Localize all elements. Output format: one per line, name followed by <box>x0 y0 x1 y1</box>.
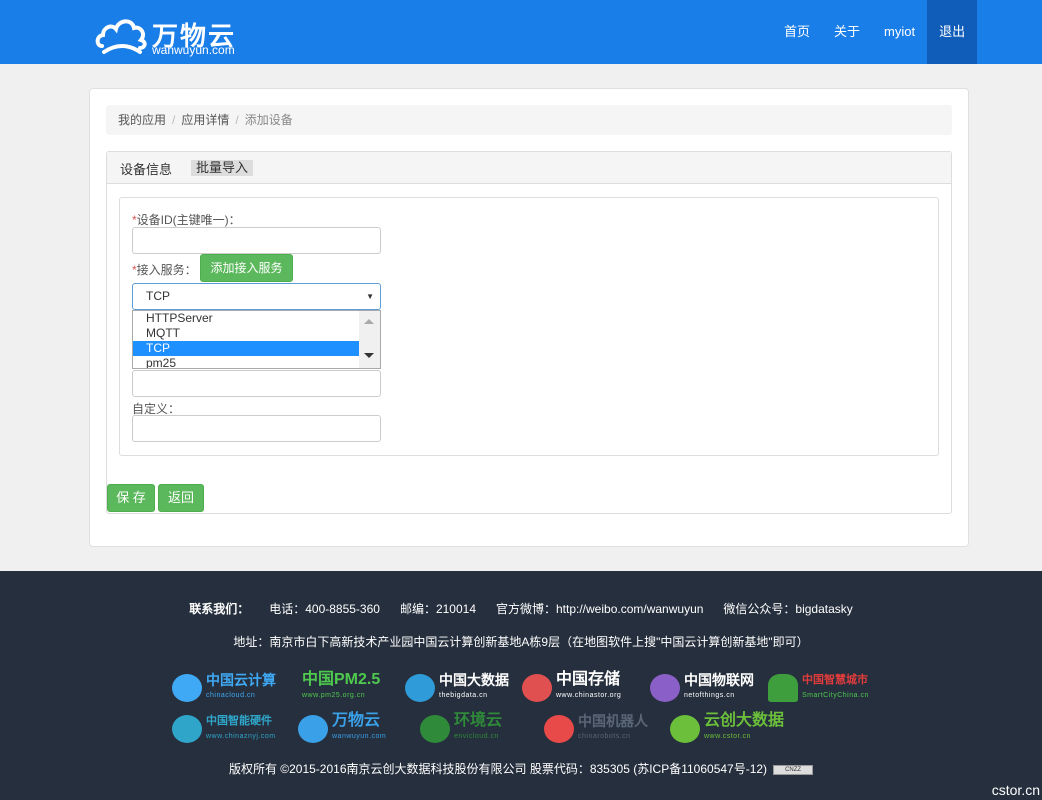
contact-wechat: 微信公众号：bigdatasky <box>723 602 853 616</box>
device-id-input[interactable] <box>132 227 381 254</box>
nav-about[interactable]: 关于 <box>822 0 872 64</box>
site-logo[interactable]: 万物云 wanwuyun.com <box>94 10 254 58</box>
nav-home[interactable]: 首页 <box>772 0 822 64</box>
partner-pm25[interactable]: 中国PM2.5 www.pm25.org.cn <box>302 671 380 705</box>
contact-phone: 电话：400-8855-360 <box>269 602 380 616</box>
breadcrumb: 我的应用 / 应用详情 / 添加设备 <box>106 105 952 135</box>
cstor-logo-icon <box>670 715 700 743</box>
partner-netofthings[interactable]: 中国物联网 netofthings.cn <box>650 671 754 705</box>
envicloud-logo-icon <box>420 715 450 743</box>
nav-user[interactable]: myiot <box>872 0 927 64</box>
back-button[interactable]: 返回 <box>158 484 204 512</box>
service-dropdown-list: HTTPServer MQTT TCP pm25 <box>132 310 381 369</box>
cnzz-badge-icon[interactable]: CNZZ <box>773 764 814 775</box>
breadcrumb-my-apps[interactable]: 我的应用 <box>118 113 166 127</box>
tab-header: 设备信息 批量导入 <box>107 152 951 184</box>
footer-contact: 联系我们： 电话：400-8855-360 邮编：210014 官方微博：http:/… <box>0 600 1042 617</box>
scroll-up-icon[interactable] <box>364 319 374 324</box>
service-select-value: TCP <box>146 289 170 303</box>
contact-postcode: 邮编：210014 <box>399 602 476 616</box>
main-panel: 我的应用 / 应用详情 / 添加设备 设备信息 批量导入 *设备ID(主键唯一)： *接… <box>89 88 969 547</box>
partner-chinarobots[interactable]: 中国机器人 chinarobots.cn <box>544 712 648 746</box>
partner-chinaznyj[interactable]: 中国智能硬件 www.chinaznyj.com <box>172 712 276 746</box>
scroll-down-icon[interactable] <box>364 353 374 358</box>
service-option-pm25[interactable]: pm25 <box>133 356 359 368</box>
hidden-field-input[interactable] <box>132 370 381 397</box>
custom-input[interactable] <box>132 415 381 442</box>
partner-chinastor[interactable]: 中国存储 www.chinastor.org <box>522 671 621 705</box>
chinastor-logo-icon <box>522 674 552 702</box>
breadcrumb-app-detail[interactable]: 应用详情 <box>181 113 229 127</box>
netofthings-logo-icon <box>650 674 680 702</box>
footer: 联系我们： 电话：400-8855-360 邮编：210014 官方微博：http:/… <box>0 571 1042 800</box>
partner-smartcity[interactable]: 中国智慧城市 SmartCityChina.cn <box>768 671 869 705</box>
device-form: *设备ID(主键唯一)： *接入服务： 添加接入服务 TCP ▼ HTTPSer… <box>119 197 939 456</box>
partner-envicloud[interactable]: 环境云 envicloud.cn <box>420 712 502 746</box>
tab-batch-import[interactable]: 批量导入 <box>191 160 254 176</box>
add-service-button[interactable]: 添加接入服务 <box>200 254 293 282</box>
select-caret-icon: ▼ <box>366 292 374 301</box>
service-option-tcp[interactable]: TCP <box>133 341 359 356</box>
partner-chinacloud[interactable]: 中国云计算 chinacloud.cn <box>172 671 276 705</box>
watermark: cstor.cn <box>991 782 1040 798</box>
wanwuyun-logo-icon <box>298 715 328 743</box>
footer-copyright: 版权所有 ©2015-2016南京云创大数据科技股份有限公司 股票代码：8353… <box>0 760 1042 777</box>
partner-wanwuyun[interactable]: 万物云 wanwuyun.com <box>298 712 386 746</box>
dropdown-scrollbar[interactable] <box>359 311 380 368</box>
breadcrumb-separator: / <box>235 113 239 127</box>
top-navbar: 万物云 wanwuyun.com 首页 关于 myiot 退出 <box>0 0 1042 64</box>
chinacloud-logo-icon <box>172 674 202 702</box>
device-id-label: *设备ID(主键唯一)： <box>132 213 241 227</box>
main-nav: 首页 关于 myiot 退出 <box>772 0 978 64</box>
nav-logout[interactable]: 退出 <box>927 0 978 64</box>
partner-bigdata[interactable]: 中国大数据 thebigdata.cn <box>405 671 509 705</box>
service-option-mqtt[interactable]: MQTT <box>133 326 359 341</box>
logo-subtext: wanwuyun.com <box>152 43 235 57</box>
breadcrumb-separator: / <box>172 113 176 127</box>
service-option-httpserver[interactable]: HTTPServer <box>133 311 359 326</box>
service-label: *接入服务： <box>132 263 197 277</box>
device-tab-panel: 设备信息 批量导入 *设备ID(主键唯一)： *接入服务： 添加接入服务 TCP… <box>106 151 952 514</box>
contact-weibo[interactable]: 官方微博：http://weibo.com/wanwuyun <box>496 602 703 616</box>
contact-title: 联系我们： <box>189 602 250 616</box>
service-select[interactable]: TCP ▼ <box>132 283 381 310</box>
save-button[interactable]: 保 存 <box>107 484 155 512</box>
cloud-logo-icon <box>95 19 147 54</box>
breadcrumb-current: 添加设备 <box>244 113 293 127</box>
footer-address: 地址：南京市白下高新技术产业园中国云计算创新基地A栋9层（在地图软件上搜"中国云… <box>233 635 809 649</box>
tab-device-info[interactable]: 设备信息 <box>120 159 172 178</box>
bigdata-logo-icon <box>405 674 435 702</box>
chinaznyj-logo-icon <box>172 715 202 743</box>
partner-cstor[interactable]: 云创大数据 www.cstor.cn <box>670 712 784 746</box>
smartcity-logo-icon <box>768 674 798 702</box>
chinarobots-logo-icon <box>544 715 574 743</box>
